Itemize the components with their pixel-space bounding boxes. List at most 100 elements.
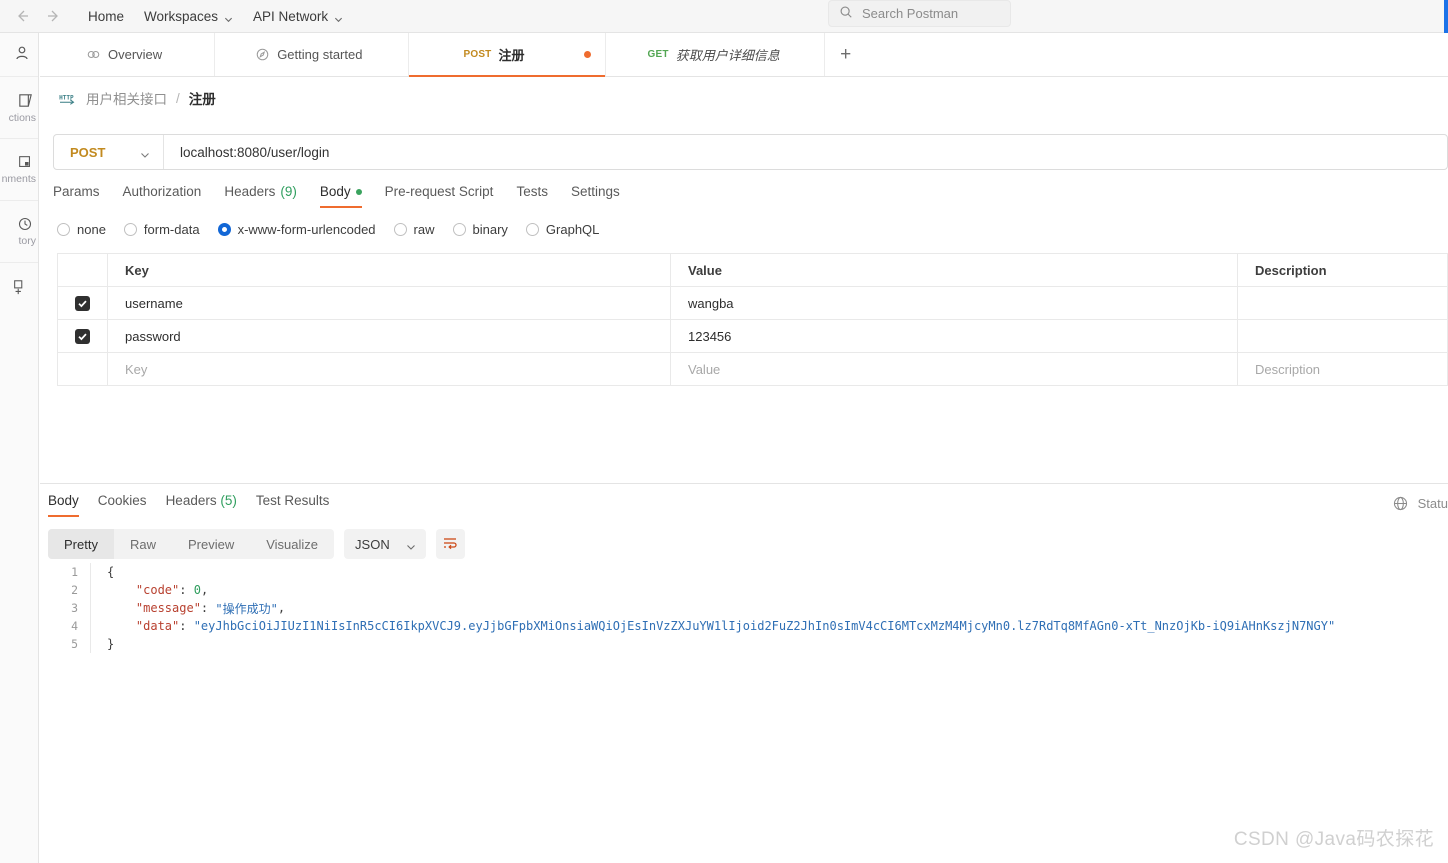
sidebar-item-history[interactable]: tory xyxy=(0,201,38,263)
request-tab-tests[interactable]: Tests xyxy=(516,184,548,208)
tab-get-user-detail[interactable]: GET 获取用户详细信息 xyxy=(606,33,825,76)
line-number: 1 xyxy=(71,565,78,579)
search-input[interactable]: Search Postman xyxy=(828,0,1011,27)
arrow-left-icon[interactable] xyxy=(14,8,30,24)
url-input[interactable]: localhost:8080/user/login xyxy=(164,145,1447,160)
tab-method-get: GET xyxy=(647,49,669,60)
request-tab-strip: Overview Getting started POST 注册 GET 获取用… xyxy=(40,33,1448,77)
response-tab-headers-label: Headers xyxy=(165,493,217,508)
view-visualize-button[interactable]: Visualize xyxy=(250,529,334,559)
code-token: , xyxy=(277,601,286,615)
nav-api-network[interactable]: API Network xyxy=(253,9,343,24)
tab-getting-started[interactable]: Getting started xyxy=(215,33,410,76)
code-token: : xyxy=(200,601,216,615)
request-tab-body[interactable]: Body xyxy=(319,184,362,208)
request-tab-authorization-label: Authorization xyxy=(122,184,202,199)
response-tab-cookies[interactable]: Cookies xyxy=(98,493,147,517)
view-raw-button[interactable]: Raw xyxy=(114,529,172,559)
row-value-input[interactable]: 123456 xyxy=(671,320,1238,352)
chevron-down-icon xyxy=(224,12,233,22)
radio-circle-icon xyxy=(452,223,466,236)
row-checkbox-cell[interactable] xyxy=(58,320,108,352)
column-header-value: Value xyxy=(671,254,1238,286)
body-mode-binary-label: binary xyxy=(472,222,508,237)
plus-icon: + xyxy=(840,43,852,65)
line-number: 4 xyxy=(71,619,78,633)
row-description-placeholder[interactable]: Description xyxy=(1238,353,1448,385)
body-mode-binary[interactable]: binary xyxy=(452,222,508,237)
row-description-input[interactable] xyxy=(1238,320,1448,352)
view-pretty-button[interactable]: Pretty xyxy=(48,529,114,559)
code-token: , xyxy=(200,583,209,597)
tab-method-post: POST xyxy=(463,49,492,60)
top-right-blue-button[interactable] xyxy=(1444,0,1448,33)
row-value-placeholder[interactable]: Value xyxy=(671,353,1238,385)
body-mode-radio-group: none form-data x-www-form-urlencoded raw… xyxy=(57,222,599,237)
request-tab-settings[interactable]: Settings xyxy=(571,184,620,208)
http-method-select[interactable]: POST xyxy=(54,135,164,169)
response-language-value: JSON xyxy=(355,536,390,552)
request-tab-headers[interactable]: Headers (9) xyxy=(224,184,297,208)
nav-workspaces-label: Workspaces xyxy=(144,8,219,24)
nav-workspaces[interactable]: Workspaces xyxy=(144,9,233,24)
body-mode-form-data[interactable]: form-data xyxy=(123,222,200,237)
column-header-key: Key xyxy=(108,254,671,286)
collections-icon xyxy=(14,92,36,109)
url-bar: POST localhost:8080/user/login xyxy=(53,134,1448,170)
tab-overview[interactable]: Overview xyxy=(40,33,216,76)
request-tab-authorization[interactable]: Authorization xyxy=(123,184,202,208)
code-token: : xyxy=(179,583,194,597)
code-token: "message" xyxy=(107,601,201,615)
response-body-code[interactable]: 1 { 2 "code": 0, 3 "message": "操作成功", 4 … xyxy=(48,563,1448,663)
body-mode-urlencoded-label: x-www-form-urlencoded xyxy=(237,222,376,237)
body-mode-form-data-label: form-data xyxy=(143,222,200,237)
body-mode-raw[interactable]: raw xyxy=(393,222,435,237)
watermark: CSDN @Java码农探花 xyxy=(1233,829,1434,850)
body-mode-urlencoded[interactable]: x-www-form-urlencoded xyxy=(217,222,376,237)
breadcrumb-collection[interactable]: 用户相关接口 xyxy=(86,88,167,108)
row-key-placeholder[interactable]: Key xyxy=(108,353,671,385)
response-status-bar: Statu xyxy=(1392,495,1448,512)
radio-circle-icon xyxy=(525,223,539,236)
http-method-value: POST xyxy=(70,144,106,160)
code-token: "操作成功" xyxy=(215,601,278,616)
body-mode-none[interactable]: none xyxy=(57,222,106,237)
row-checkbox-cell[interactable] xyxy=(58,287,108,319)
response-tab-test-results[interactable]: Test Results xyxy=(256,493,330,517)
code-token: } xyxy=(107,637,115,651)
row-key-input[interactable]: password xyxy=(108,320,671,352)
sidebar-new-button[interactable] xyxy=(0,263,38,313)
code-token: : xyxy=(179,619,194,633)
nav-home[interactable]: Home xyxy=(88,9,124,24)
response-tab-headers[interactable]: Headers (5) xyxy=(166,493,237,517)
new-tab-button[interactable]: + xyxy=(825,33,867,76)
row-checkbox-cell[interactable] xyxy=(58,353,108,385)
request-tab-params[interactable]: Params xyxy=(53,184,100,208)
view-pretty-label: Pretty xyxy=(64,536,98,552)
sidebar-item-collections[interactable]: ctions xyxy=(0,77,38,139)
response-language-select[interactable]: JSON xyxy=(344,529,426,559)
code-line: 3 "message": "操作成功", xyxy=(48,599,1448,617)
view-raw-label: Raw xyxy=(129,536,156,552)
response-tab-cookies-label: Cookies xyxy=(97,493,147,508)
row-description-input[interactable] xyxy=(1238,287,1448,319)
table-row: username wangba xyxy=(58,287,1448,320)
sidebar-item-environments[interactable]: nments xyxy=(0,139,38,201)
view-preview-button[interactable]: Preview xyxy=(172,529,250,559)
radio-circle-icon xyxy=(57,223,70,236)
row-key-input[interactable]: username xyxy=(108,287,671,319)
arrow-right-icon[interactable] xyxy=(46,8,62,24)
body-mode-graphql[interactable]: GraphQL xyxy=(525,222,599,237)
word-wrap-button[interactable] xyxy=(435,529,465,559)
body-mode-none-label: none xyxy=(77,222,106,237)
search-icon xyxy=(839,5,853,22)
row-value-input[interactable]: wangba xyxy=(671,287,1238,319)
tab-zhuce[interactable]: POST 注册 xyxy=(409,33,606,77)
line-number: 5 xyxy=(71,637,78,651)
response-section-tabs: Body Cookies Headers (5) Test Results xyxy=(48,493,329,517)
request-tab-pre-request-script[interactable]: Pre-request Script xyxy=(385,184,494,208)
request-section-tabs: Params Authorization Headers (9) Body Pr… xyxy=(53,184,620,208)
response-tab-body[interactable]: Body xyxy=(48,493,79,517)
chevron-down-icon xyxy=(334,12,343,22)
rail-account-row[interactable] xyxy=(0,33,38,77)
